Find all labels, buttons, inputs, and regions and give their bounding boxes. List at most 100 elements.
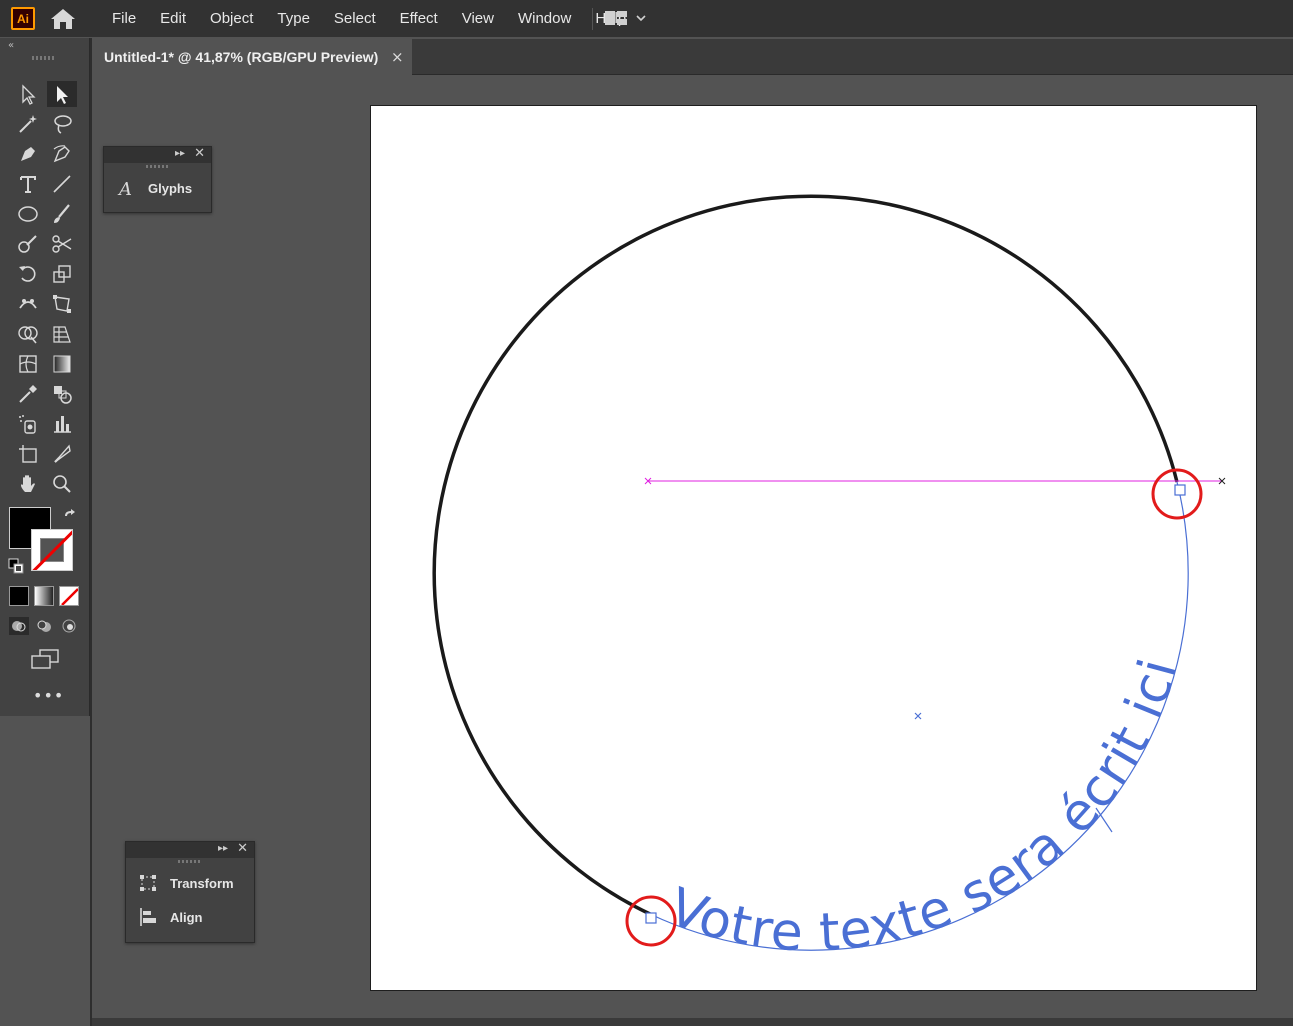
- menu-view[interactable]: View: [450, 0, 506, 37]
- stroke-color-swatch[interactable]: [31, 529, 73, 571]
- magic-wand-tool[interactable]: [13, 111, 43, 137]
- swap-fill-stroke-icon[interactable]: [62, 508, 78, 524]
- gradient-mode-button[interactable]: [34, 586, 54, 606]
- panel-grip[interactable]: [104, 163, 211, 171]
- paintbrush-icon: [54, 204, 70, 223]
- mesh-tool[interactable]: [13, 351, 43, 377]
- line-segment-icon: [53, 175, 71, 193]
- free-transform-tool[interactable]: [47, 291, 77, 317]
- hand-icon: [21, 475, 35, 492]
- document-tab[interactable]: Untitled-1* @ 41,87% (RGB/GPU Preview) ×: [92, 39, 412, 75]
- blend-icon: [54, 386, 72, 404]
- lasso-tool[interactable]: [47, 111, 77, 137]
- curvature-pen-icon: [53, 145, 70, 163]
- selection-tool[interactable]: [13, 81, 43, 107]
- gradient-tool[interactable]: [47, 351, 77, 377]
- curvature-tool[interactable]: [47, 141, 77, 167]
- artboard-tool[interactable]: [13, 441, 43, 467]
- none-mode-button[interactable]: [59, 586, 79, 606]
- puppet-warp-tool[interactable]: [13, 291, 43, 317]
- workspace-switcher[interactable]: [604, 9, 646, 27]
- status-strip: [92, 1018, 1293, 1026]
- selection-arrow-icon: [22, 84, 36, 105]
- menu-select[interactable]: Select: [322, 0, 388, 37]
- scale-icon: [53, 265, 71, 283]
- line-segment-tool[interactable]: [47, 171, 77, 197]
- perspective-grid-icon: [53, 326, 71, 343]
- close-icon[interactable]: ✕: [194, 146, 205, 161]
- menu-edit[interactable]: Edit: [148, 0, 198, 37]
- screen-mode-icon[interactable]: [30, 648, 60, 670]
- shape-builder-tool[interactable]: [13, 321, 43, 347]
- rotate-tool[interactable]: [13, 261, 43, 287]
- shaper-icon: [18, 235, 37, 253]
- tools-panel: « •••: [0, 38, 90, 716]
- menu-effect[interactable]: Effect: [388, 0, 450, 37]
- type-t-icon: [20, 176, 36, 193]
- eyedropper-icon: [19, 385, 37, 403]
- panel-header: ▸▸ ✕: [126, 841, 254, 858]
- home-icon[interactable]: [50, 8, 76, 30]
- draw-normal-icon: [12, 621, 26, 632]
- zoom-magnifier-icon: [53, 475, 71, 493]
- glyphs-label: Glyphs: [148, 180, 193, 196]
- scale-tool[interactable]: [47, 261, 77, 287]
- free-transform-icon: [53, 295, 71, 313]
- close-icon[interactable]: ✕: [237, 841, 248, 856]
- menu-separator: [592, 8, 593, 30]
- paintbrush-tool[interactable]: [47, 201, 77, 227]
- blend-tool[interactable]: [47, 381, 77, 407]
- ellipse-tool[interactable]: [13, 201, 43, 227]
- scissors-tool[interactable]: [47, 231, 77, 257]
- shape-builder-icon: [18, 326, 38, 344]
- direct-selection-tool[interactable]: [47, 81, 77, 107]
- collapse-panel-icon[interactable]: ▸▸: [218, 843, 228, 854]
- eyedropper-tool[interactable]: [13, 381, 43, 407]
- panel-header: ▸▸ ✕: [104, 146, 211, 163]
- default-fill-stroke-icon[interactable]: [8, 558, 24, 574]
- menu-object[interactable]: Object: [198, 0, 265, 37]
- magic-wand-icon: [19, 115, 37, 133]
- artboard[interactable]: [370, 105, 1257, 991]
- draw-normal-button[interactable]: [9, 617, 29, 635]
- collapse-toolbar-icon[interactable]: «: [8, 40, 14, 51]
- glyphs-panel-button[interactable]: A Glyphs: [104, 171, 211, 205]
- toolbar-grip[interactable]: [32, 56, 56, 60]
- menu-window[interactable]: Window: [506, 0, 583, 37]
- transform-panel-button[interactable]: Transform: [126, 866, 254, 900]
- symbol-sprayer-icon: [19, 415, 36, 434]
- document-tabbar: Untitled-1* @ 41,87% (RGB/GPU Preview) ×: [92, 39, 1293, 75]
- chevron-down-icon: [636, 15, 646, 22]
- artboard-icon: [19, 445, 37, 463]
- close-icon[interactable]: ×: [391, 48, 404, 66]
- menu-type[interactable]: Type: [265, 0, 322, 37]
- perspective-grid-tool[interactable]: [47, 321, 77, 347]
- panel-grip[interactable]: [126, 858, 254, 866]
- puppet-warp-icon: [19, 299, 37, 309]
- pen-tool[interactable]: [13, 141, 43, 167]
- edit-toolbar-button[interactable]: •••: [33, 686, 64, 705]
- draw-inside-button[interactable]: [59, 617, 79, 635]
- hand-tool[interactable]: [13, 471, 43, 497]
- align-panel-button[interactable]: Align: [126, 900, 254, 934]
- collapse-panel-icon[interactable]: ▸▸: [175, 148, 185, 159]
- symbol-sprayer-tool[interactable]: [13, 411, 43, 437]
- glyphs-panel: ▸▸ ✕ A Glyphs: [103, 146, 212, 213]
- color-mode-button[interactable]: [9, 586, 29, 606]
- transform-label: Transform: [170, 875, 234, 891]
- type-tool[interactable]: [13, 171, 43, 197]
- column-graph-icon: [54, 416, 71, 433]
- menu-file[interactable]: File: [100, 0, 148, 37]
- shaper-tool[interactable]: [13, 231, 43, 257]
- slice-tool[interactable]: [47, 441, 77, 467]
- align-label: Align: [170, 909, 203, 925]
- ellipse-icon: [18, 206, 38, 222]
- svg-text:A: A: [117, 179, 132, 198]
- app-logo: Ai: [11, 7, 35, 30]
- zoom-tool[interactable]: [47, 471, 77, 497]
- menu-bar: Ai File Edit Object Type Select Effect V…: [0, 0, 1293, 37]
- draw-behind-button[interactable]: [34, 617, 54, 635]
- scissors-icon: [52, 235, 72, 253]
- column-graph-tool[interactable]: [47, 411, 77, 437]
- align-icon: [140, 908, 156, 926]
